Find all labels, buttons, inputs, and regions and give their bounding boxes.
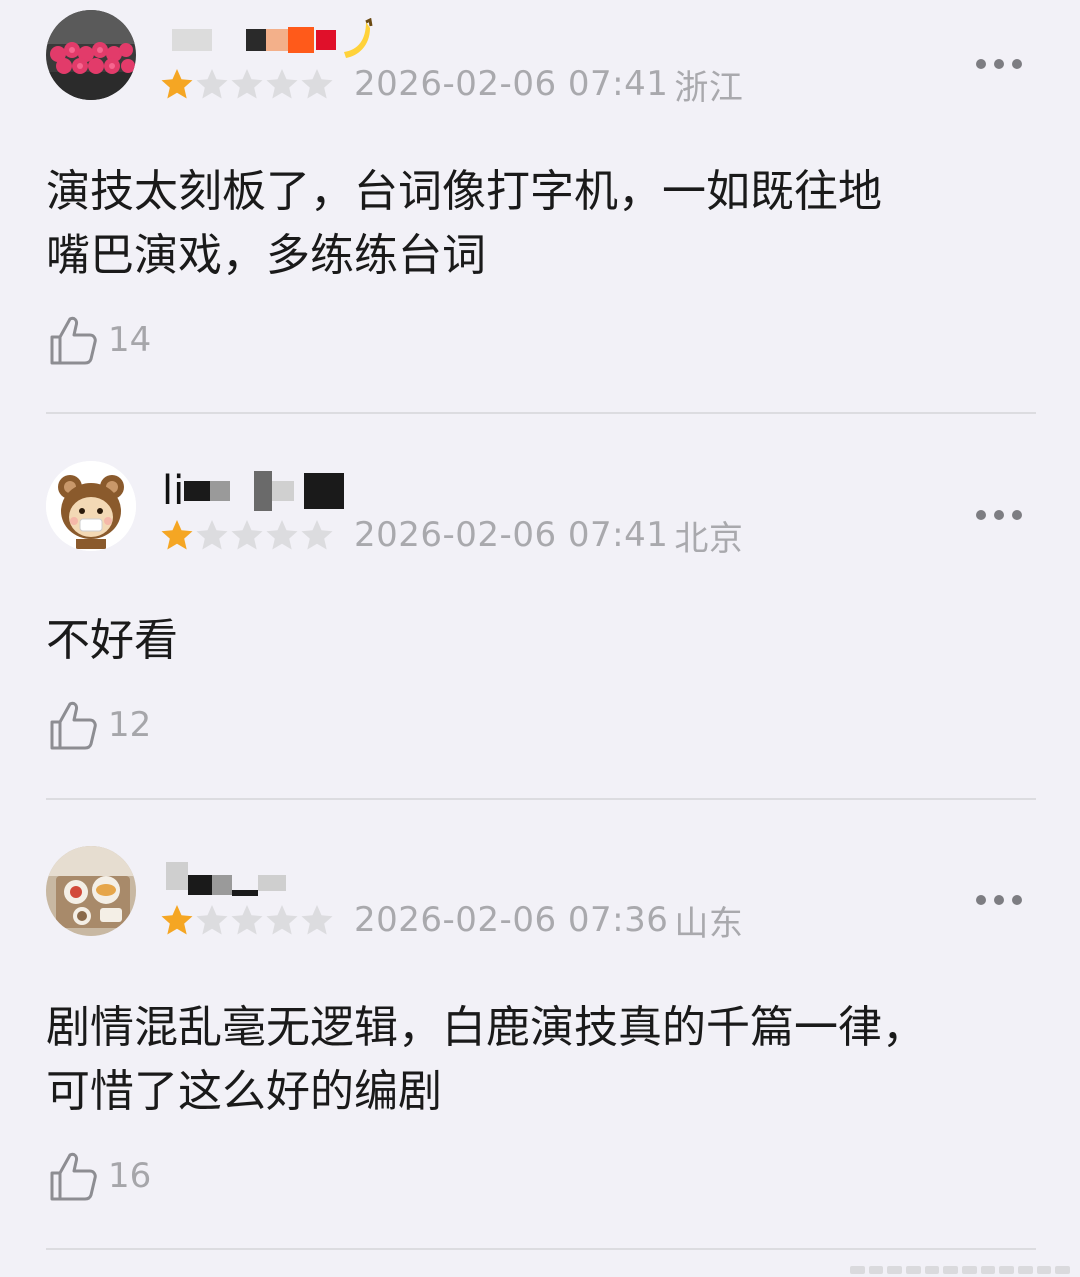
review-location: 浙江 <box>674 67 744 108</box>
more-dots-icon[interactable] <box>976 890 1022 910</box>
review-content: 不好看 <box>46 609 1036 673</box>
username-text: li <box>162 468 185 514</box>
review-content-line: 不好看 <box>46 615 178 666</box>
star-icon <box>196 905 228 935</box>
star-icon <box>266 69 298 99</box>
redaction-block <box>166 862 188 890</box>
like-button[interactable]: 16 <box>46 1146 151 1206</box>
thumbs-up-icon <box>50 316 97 365</box>
review-content-line: 演技太刻板了，台词像打字机，一如既往地 <box>46 166 882 217</box>
star-icon <box>266 905 298 935</box>
thumbs-up-icon <box>50 701 97 750</box>
like-count: 14 <box>108 320 152 360</box>
like-button[interactable]: 14 <box>46 310 151 370</box>
user-avatar[interactable] <box>46 461 136 551</box>
star-icon <box>301 69 333 99</box>
redaction-block <box>304 473 345 509</box>
redaction-block <box>288 27 314 53</box>
review-location: 山东 <box>674 903 744 944</box>
redaction-block <box>266 29 288 51</box>
banana-emoji-icon <box>344 18 373 58</box>
thumbs-up-icon <box>50 1152 97 1201</box>
like-count: 12 <box>108 705 152 745</box>
bear-avatar-icon <box>46 461 136 551</box>
review-content-line: 嘴巴演戏，多练练台词 <box>46 230 486 281</box>
review-location: 北京 <box>674 518 744 559</box>
username-redacted[interactable]: li <box>162 467 345 515</box>
review-meta: 2026-02-06 07:36 山东 <box>160 898 744 944</box>
redaction-block <box>246 29 266 51</box>
username-redacted[interactable] <box>162 852 286 900</box>
more-dots-icon[interactable] <box>976 505 1022 525</box>
review-divider <box>46 1248 1036 1250</box>
star-icon <box>196 520 228 550</box>
user-avatar[interactable] <box>46 846 136 936</box>
review-meta: 2026-02-06 07:41 北京 <box>160 513 744 559</box>
review-content-line: 可惜了这么好的编剧 <box>46 1066 442 1117</box>
review-content: 剧情混乱毫无逻辑，白鹿演技真的千篇一律， 可惜了这么好的编剧 <box>46 996 1036 1124</box>
redaction-block <box>212 29 232 51</box>
review-meta: 2026-02-06 07:41 浙江 <box>160 62 744 108</box>
star-icon <box>196 69 228 99</box>
redaction-block <box>316 30 336 50</box>
star-rating <box>160 903 334 937</box>
redaction-block <box>254 471 273 511</box>
redaction-block <box>188 875 212 895</box>
redaction-block <box>212 875 232 895</box>
review-date: 2026-02-06 07:36 <box>354 900 669 940</box>
star-icon <box>161 69 193 99</box>
reviews-page: 2026-02-06 07:41 浙江 演技太刻板了，台词像打字机，一如既往地 … <box>0 0 1080 1277</box>
like-count: 16 <box>108 1156 152 1196</box>
star-rating <box>160 67 334 101</box>
review-content: 演技太刻板了，台词像打字机，一如既往地 嘴巴演戏，多练练台词 <box>46 160 1036 288</box>
review-content-line: 剧情混乱毫无逻辑，白鹿演技真的千篇一律， <box>46 1002 926 1053</box>
user-avatar[interactable] <box>46 10 136 100</box>
review-divider <box>46 798 1036 800</box>
more-dots-icon[interactable] <box>976 54 1022 74</box>
star-icon <box>231 905 263 935</box>
star-icon <box>231 69 263 99</box>
redaction-block <box>184 481 211 501</box>
breakfast-avatar-icon <box>46 846 136 936</box>
review-date: 2026-02-06 07:41 <box>354 64 669 104</box>
roses-avatar-icon <box>46 10 136 100</box>
redaction-block <box>210 481 231 501</box>
scroll-indicator <box>850 1262 1071 1277</box>
star-icon <box>266 520 298 550</box>
star-icon <box>161 520 193 550</box>
username-redacted[interactable] <box>162 16 376 64</box>
redaction-block <box>172 29 212 51</box>
redaction-block <box>258 875 286 891</box>
redaction-block <box>272 481 295 501</box>
review-divider <box>46 412 1036 414</box>
star-icon <box>231 520 263 550</box>
like-button[interactable]: 12 <box>46 695 151 755</box>
star-icon <box>301 905 333 935</box>
redaction-block <box>232 890 258 896</box>
star-rating <box>160 518 334 552</box>
star-icon <box>161 905 193 935</box>
review-date: 2026-02-06 07:41 <box>354 515 669 555</box>
star-icon <box>301 520 333 550</box>
